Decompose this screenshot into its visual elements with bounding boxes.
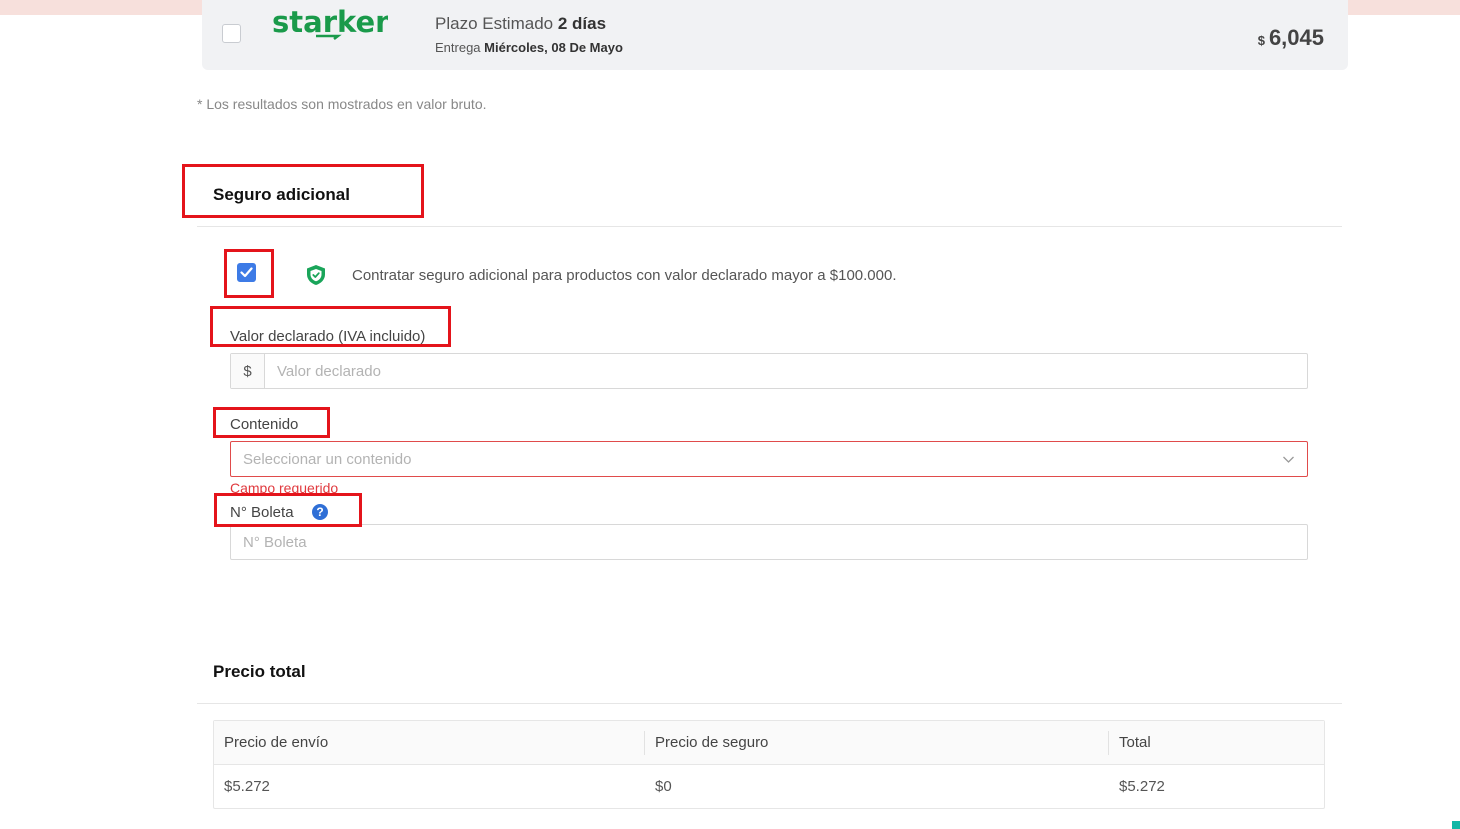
logo-text: starken: [272, 5, 388, 39]
estimated-time: Plazo Estimado 2 días: [435, 14, 606, 34]
content-select[interactable]: Seleccionar un contenido: [230, 441, 1308, 477]
boleta-input[interactable]: [231, 525, 1307, 559]
price-table: Precio de envío Precio de seguro Total $…: [213, 720, 1325, 809]
price-currency: $: [1257, 33, 1265, 48]
declared-value-group: $: [230, 353, 1308, 389]
content-select-placeholder: Seleccionar un contenido: [243, 451, 412, 468]
starken-logo: starken: [272, 4, 388, 40]
currency-prefix: $: [231, 354, 265, 388]
header-shipping-price: Precio de envío: [224, 734, 329, 751]
help-icon[interactable]: ?: [312, 504, 328, 520]
shield-check-icon: [305, 264, 327, 291]
content-label: Contenido: [230, 416, 299, 433]
boleta-label: N° Boleta: [230, 504, 294, 521]
total-divider: [197, 703, 1342, 704]
gross-value-footnote: * Los resultados son mostrados en valor …: [197, 96, 487, 112]
carrier-price: $6,045: [1258, 25, 1324, 51]
insurance-divider: [197, 226, 1342, 227]
header-insurance-price: Precio de seguro: [655, 734, 769, 751]
cell-shipping-price: $5.272: [224, 778, 270, 795]
total-section-title: Precio total: [213, 662, 306, 681]
declared-value-input[interactable]: [265, 354, 1307, 388]
column-separator: [644, 731, 645, 755]
price-table-header: [214, 721, 1324, 765]
entrega-label: Entrega: [435, 40, 481, 55]
header-total: Total: [1119, 734, 1151, 751]
boleta-field-wrapper: [230, 524, 1308, 560]
chevron-down-icon: [1283, 456, 1294, 463]
insurance-checkbox[interactable]: [237, 263, 256, 282]
insurance-section-title: Seguro adicional: [213, 185, 350, 204]
checkmark-icon: [240, 267, 253, 278]
cell-insurance-price: $0: [655, 778, 672, 795]
plazo-value: 2 días: [557, 14, 607, 33]
entrega-value: Miércoles, 08 De Mayo: [484, 40, 623, 55]
insurance-checkbox-label[interactable]: Contratar seguro adicional para producto…: [352, 267, 897, 284]
delivery-date: Entrega Miércoles, 08 De Mayo: [435, 40, 623, 55]
declared-value-label: Valor declarado (IVA incluido): [230, 328, 426, 345]
carrier-select-checkbox[interactable]: [222, 24, 241, 43]
cell-total: $5.272: [1119, 778, 1165, 795]
corner-widget: [1452, 821, 1460, 829]
content-required-error: Campo requerido: [230, 480, 339, 496]
price-value: 6,045: [1268, 25, 1324, 50]
column-separator: [1108, 731, 1109, 755]
plazo-label: Plazo Estimado: [435, 14, 554, 33]
